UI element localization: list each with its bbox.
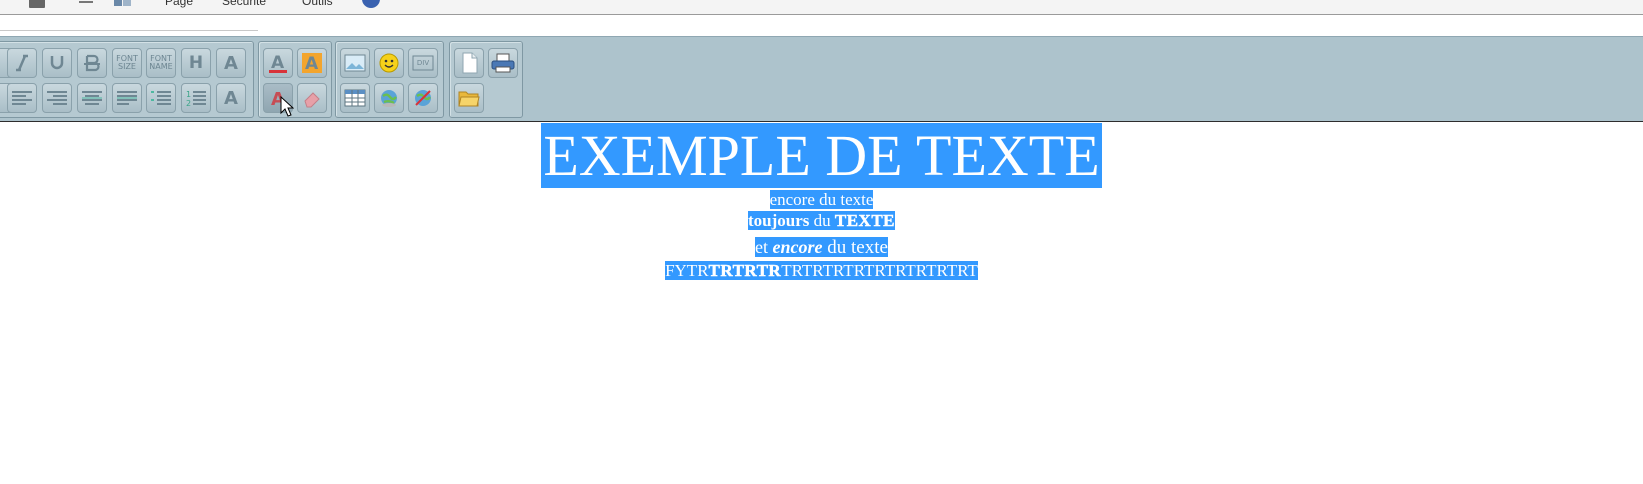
menu-outils[interactable]: Outils — [302, 0, 333, 8]
line-5-c: TRTRTRTRTRTRTRTRTRT — [781, 261, 978, 280]
svg-text:A: A — [305, 54, 319, 74]
justify-icon — [117, 91, 137, 105]
image-icon — [344, 54, 366, 72]
menu-page[interactable]: Page — [165, 0, 193, 8]
printer-icon — [491, 53, 515, 73]
editor-content[interactable]: EXEMPLE DE TEXTE encore du texte toujour… — [0, 122, 1643, 484]
line-5-text: FYTRTRTRTRTRTRTRTRTRTRTRTRTRT — [665, 261, 978, 280]
div-label: DIV — [416, 59, 430, 67]
unlink-icon — [415, 90, 431, 106]
insert-div-button[interactable]: DIV — [408, 48, 438, 78]
numbered-list-icon: 12 — [186, 90, 206, 107]
svg-text:2: 2 — [186, 99, 191, 107]
line-4-a: et — [755, 237, 773, 257]
font-size-label-2: SIZE — [118, 62, 136, 71]
feeds-icon[interactable] — [78, 0, 94, 6]
insert-group: DIV — [335, 41, 444, 118]
open-folder-button[interactable] — [454, 83, 484, 113]
globe-link-icon — [381, 90, 397, 107]
new-document-icon — [462, 52, 478, 74]
line-2: encore du texte — [0, 189, 1643, 210]
format-group: FONT SIZE FONT NAME H A 12 A — [0, 41, 254, 118]
line-4-b: du texte — [822, 237, 888, 258]
italic-icon — [16, 54, 28, 72]
file-group — [449, 41, 523, 118]
insert-smiley-button[interactable] — [374, 48, 404, 78]
line-5: FYTRTRTRTRTRTRTRTRTRTRTRTRTRT — [0, 261, 1643, 281]
align-right-icon — [47, 91, 67, 105]
align-right-button[interactable] — [42, 83, 72, 113]
underline-button[interactable] — [42, 48, 72, 78]
smiley-icon — [379, 53, 399, 73]
align-center-icon — [82, 91, 102, 105]
line-5-a: FYTR — [665, 261, 709, 280]
highlight-color-icon: A — [302, 53, 322, 74]
numbered-list-button[interactable]: 12 — [181, 83, 211, 113]
line-4-italic: encore — [772, 237, 823, 257]
mouse-cursor-icon — [280, 96, 294, 117]
subscript-button[interactable]: A — [216, 83, 246, 113]
justify-button[interactable] — [112, 83, 142, 113]
table-icon — [344, 89, 366, 107]
underline-icon — [50, 56, 64, 70]
line-3: toujours du TEXTE — [0, 210, 1643, 231]
line-3-mid: du — [809, 211, 835, 230]
insert-table-button[interactable] — [340, 83, 370, 113]
divider — [0, 30, 258, 31]
line-3-text: toujours du TEXTE — [747, 211, 896, 231]
page-title: EXEMPLE DE TEXTE — [541, 123, 1102, 188]
align-center-button[interactable] — [77, 83, 107, 113]
new-document-button[interactable] — [454, 48, 484, 78]
line-5-b: TRTRTR — [708, 261, 782, 281]
home-icon[interactable] — [28, 0, 45, 8]
font-name-label-2: NAME — [149, 62, 173, 71]
bullet-list-icon — [151, 91, 171, 105]
editor-toolbar: FONT SIZE FONT NAME H A 12 A A A A DIV — [0, 36, 1643, 123]
eraser-button[interactable] — [297, 83, 327, 113]
strikethrough-button[interactable] — [77, 48, 107, 78]
font-size-button[interactable]: FONT SIZE — [112, 48, 142, 78]
title-line: EXEMPLE DE TEXTE — [0, 123, 1643, 188]
font-name-button[interactable]: FONT NAME — [146, 48, 176, 78]
align-left-icon — [12, 91, 32, 105]
heading-label: H — [188, 53, 204, 73]
svg-text:1: 1 — [186, 90, 191, 99]
insert-image-button[interactable] — [340, 48, 370, 78]
line-3-bold: toujours — [747, 211, 810, 230]
heading-button[interactable]: H — [181, 48, 211, 78]
menu-securite[interactable]: Sécurité — [222, 0, 266, 8]
highlight-color-button[interactable]: A — [297, 48, 327, 78]
superscript-button[interactable]: A — [216, 48, 246, 78]
subscript-label: A — [224, 87, 238, 109]
remove-link-button[interactable] — [408, 83, 438, 113]
menu-bar: Page Sécurité Outils — [0, 0, 1643, 15]
align-left-button[interactable] — [7, 83, 37, 113]
print-button[interactable] — [488, 48, 518, 78]
line-4-text: et encore du texte — [755, 237, 888, 258]
line-4: et encore du texte — [0, 236, 1643, 259]
text-color-button[interactable]: A — [263, 48, 293, 78]
bullet-list-button[interactable] — [146, 83, 176, 113]
color-group: A A A — [258, 41, 332, 118]
line-3-word: TEXTE — [834, 211, 896, 231]
eraser-icon — [304, 92, 320, 108]
folder-icon — [458, 91, 480, 107]
strikethrough-icon — [84, 54, 100, 72]
address-area — [0, 15, 1643, 36]
mail-icon[interactable] — [112, 0, 131, 6]
line-2-text: encore du texte — [769, 190, 874, 209]
text-color-icon: A — [269, 53, 287, 73]
italic-button[interactable] — [7, 48, 37, 78]
insert-link-button[interactable] — [374, 83, 404, 113]
help-icon[interactable] — [360, 0, 380, 8]
superscript-label: A — [224, 52, 238, 74]
